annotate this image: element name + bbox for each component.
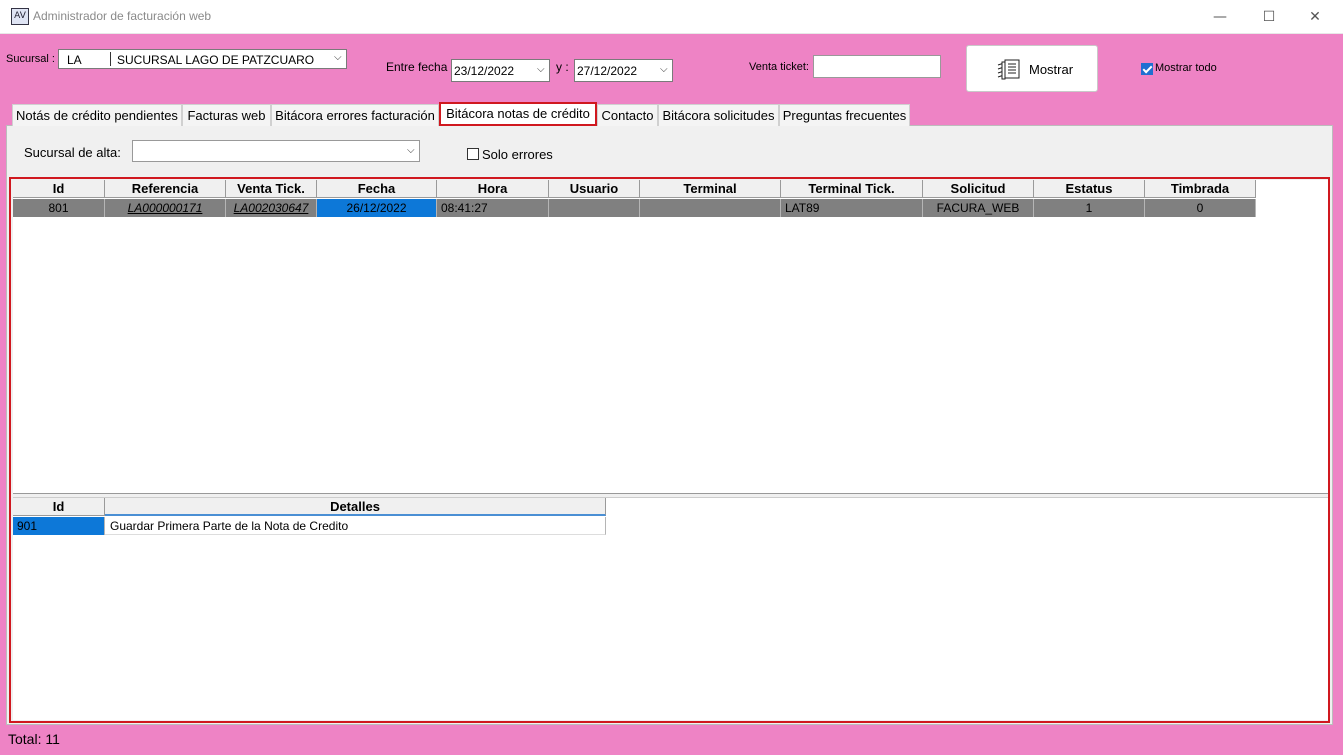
- y-label: y :: [556, 60, 569, 74]
- maximize-button[interactable]: ☐: [1246, 4, 1292, 30]
- chevron-down-icon: ⌵: [660, 64, 668, 75]
- entre-fecha-label: Entre fecha: [386, 60, 448, 74]
- tab-bitacora-solicitudes[interactable]: Bitácora solicitudes: [658, 104, 779, 126]
- mostrar-button-label: Mostrar: [1029, 62, 1074, 77]
- fecha-fin-picker[interactable]: 27/12/2022 ⌵: [574, 59, 673, 82]
- tab-facturas-web[interactable]: Facturas web: [182, 104, 271, 126]
- venta-ticket-input[interactable]: [813, 55, 941, 78]
- tab-preguntas-frecuentes[interactable]: Preguntas frecuentes: [779, 104, 910, 126]
- solo-errores-checkbox[interactable]: [467, 148, 479, 160]
- window-title: Administrador de facturación web: [33, 9, 212, 23]
- solo-errores-label: Solo errores: [482, 147, 553, 162]
- sucursal-code: LA: [67, 53, 82, 67]
- fecha-inicio-value: 23/12/2022: [454, 64, 515, 78]
- tab-notas-credito-pendientes[interactable]: Notás de crédito pendientes: [12, 104, 182, 126]
- tab-bitacora-errores-facturacion[interactable]: Bitácora errores facturación: [271, 104, 439, 126]
- mostrar-button[interactable]: Mostrar: [966, 45, 1098, 92]
- tab-contacto[interactable]: Contacto: [597, 104, 658, 126]
- title-bar: AV Administrador de facturación web — ☐ …: [0, 0, 1343, 34]
- status-total: Total: 11: [8, 731, 60, 747]
- sucursal-combo[interactable]: LA SUCURSAL LAGO DE PATZCUARO ⌵: [58, 49, 347, 69]
- mostrar-todo-label: Mostrar todo: [1155, 62, 1217, 74]
- sucursal-name: SUCURSAL LAGO DE PATZCUARO: [117, 53, 315, 67]
- sucursal-alta-combo[interactable]: ⌵: [132, 140, 420, 162]
- venta-ticket-label: Venta ticket:: [749, 61, 809, 73]
- minimize-button[interactable]: —: [1197, 4, 1243, 30]
- sucursal-divider: [110, 52, 111, 66]
- highlight-frame: [9, 177, 1330, 723]
- app-icon: AV: [11, 8, 29, 25]
- sucursal-alta-label: Sucursal de alta:: [24, 145, 121, 160]
- fecha-fin-value: 27/12/2022: [577, 64, 638, 78]
- document-stack-icon: [997, 59, 1020, 80]
- mostrar-todo-checkbox[interactable]: [1141, 63, 1153, 75]
- fecha-inicio-picker[interactable]: 23/12/2022 ⌵: [451, 59, 550, 82]
- toolbar: Sucursal : LA SUCURSAL LAGO DE PATZCUARO…: [0, 34, 1343, 98]
- tab-bitacora-notas-credito[interactable]: Bitácora notas de crédito: [439, 102, 597, 126]
- chevron-down-icon: ⌵: [537, 64, 545, 75]
- sucursal-label: Sucursal :: [6, 53, 55, 65]
- close-button[interactable]: ✕: [1292, 4, 1338, 30]
- chevron-down-icon: ⌵: [334, 52, 342, 63]
- chevron-down-icon: ⌵: [407, 145, 415, 156]
